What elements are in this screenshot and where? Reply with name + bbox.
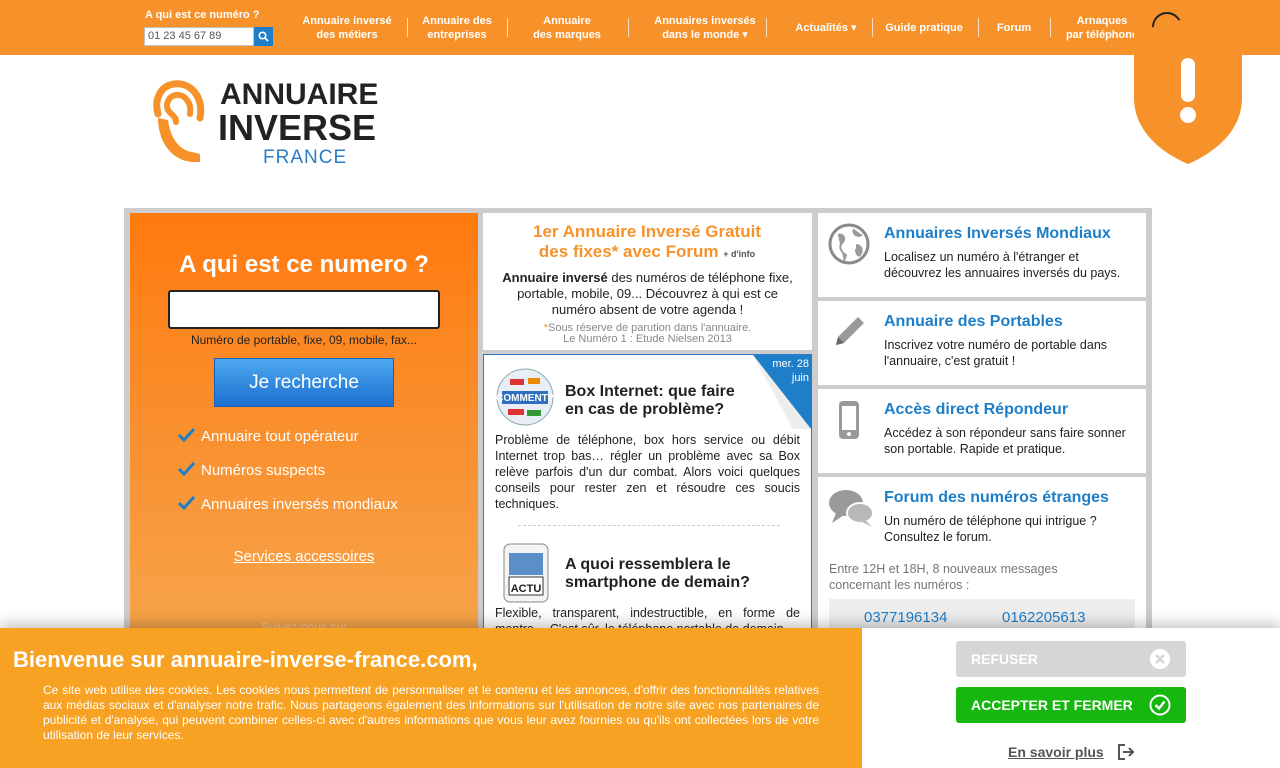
chat-bubbles-icon xyxy=(829,490,874,527)
accept-cookies-button[interactable]: ACCEPTER ET FERMER xyxy=(956,687,1186,723)
card-title: Annuaire des Portables xyxy=(884,313,1063,330)
globe-icon xyxy=(828,223,870,265)
card-annuaires-mondiaux[interactable]: Annuaires Inversés Mondiaux Localisez un… xyxy=(818,213,1146,297)
card-title: Forum des numéros étranges xyxy=(884,489,1109,506)
news-date: mer. 28 juin xyxy=(772,358,809,384)
nav-annuaire-marques[interactable]: Annuaire des marques xyxy=(522,14,612,42)
actu-label: ACTU xyxy=(510,583,542,595)
quick-search-button[interactable] xyxy=(254,27,273,46)
quick-search-label: A qui est ce numéro ? xyxy=(145,9,260,21)
external-exit-icon[interactable] xyxy=(1116,742,1136,762)
nav-separator xyxy=(872,18,873,37)
news-title[interactable]: A quoi ressemblera le smartphone de demai… xyxy=(565,556,750,592)
nav-separator xyxy=(1050,18,1051,37)
nav-separator xyxy=(507,18,508,37)
refuse-cookies-button[interactable]: REFUSER xyxy=(956,641,1186,677)
logo-text-france: FRANCE xyxy=(263,147,348,168)
card-text: Localisez un numéro à l'étranger et déco… xyxy=(884,250,1121,280)
feature-item: Annuaires inversés mondiaux xyxy=(178,496,398,513)
cookie-consent-banner: Bienvenue sur annuaire-inverse-france.co… xyxy=(0,628,1280,768)
card-text: Accédez à son répondeur sans faire sonne… xyxy=(884,426,1126,456)
nav-actualites[interactable]: Actualités ▾ xyxy=(784,21,868,35)
cookie-text: Ce site web utilise des cookies. Les coo… xyxy=(43,683,819,742)
feature-item: Annuaire tout opérateur xyxy=(178,428,359,445)
promo-title: 1er Annuaire Inversé Gratuit des fixes* … xyxy=(532,222,761,261)
news-panel: mer. 28 juin COMMENT? Box Internet: que f… xyxy=(483,354,812,638)
check-circle-icon xyxy=(1149,694,1171,716)
top-navigation-bar: A qui est ce numéro ? 01 23 45 67 89 Ann… xyxy=(0,0,1280,55)
nav-separator xyxy=(766,18,767,37)
card-title: Accès direct Répondeur xyxy=(884,401,1069,418)
news-divider xyxy=(518,525,780,526)
card-text: Un numéro de téléphone qui intrigue ? Co… xyxy=(884,514,1097,544)
main-search-panel: A qui est ce numero ? Numéro de portable… xyxy=(130,213,478,638)
nav-annuaire-entreprises[interactable]: Annuaire des entreprises xyxy=(412,14,502,42)
card-text: Inscrivez votre numéro de portable dans … xyxy=(884,338,1108,368)
logo-text-inverse: INVERSE xyxy=(218,107,377,148)
check-icon xyxy=(178,462,195,476)
card-annuaire-portables[interactable]: Annuaire des Portables Inscrivez votre n… xyxy=(818,301,1146,385)
promo-box: 1er Annuaire Inversé Gratuit des fixes* … xyxy=(483,213,812,350)
mobile-phone-icon xyxy=(839,401,859,439)
feature-item: Numéros suspects xyxy=(178,462,325,479)
promo-text: Annuaire inversé des numéros de téléphon… xyxy=(502,270,793,317)
nav-separator xyxy=(628,18,629,37)
check-icon xyxy=(178,428,195,442)
card-title: Annuaires Inversés Mondiaux xyxy=(884,225,1111,242)
more-info-link[interactable]: + d'info xyxy=(723,249,755,259)
nav-separator xyxy=(978,18,979,37)
site-logo[interactable]: ANNUAIRE INVERSE FRANCE xyxy=(152,78,412,173)
cookie-message-area: Bienvenue sur annuaire-inverse-france.co… xyxy=(0,628,862,768)
check-icon xyxy=(178,496,195,510)
comment-question-ball-thumbnail[interactable]: COMMENT? xyxy=(496,367,554,427)
nav-guide-pratique[interactable]: Guide pratique xyxy=(878,21,970,35)
promo-footnote: *Sous réserve de parution dans l'annuair… xyxy=(543,322,752,345)
card-acces-repondeur[interactable]: Accès direct Répondeur Accédez à son rép… xyxy=(818,389,1146,473)
forum-number-link[interactable]: 0162205613 xyxy=(1002,609,1085,626)
learn-more-link[interactable]: En savoir plus xyxy=(1008,744,1104,760)
svg-text:COMMENT?: COMMENT? xyxy=(496,393,554,404)
cookie-title: Bienvenue sur annuaire-inverse-france.co… xyxy=(13,647,478,672)
card-forum-numeros[interactable]: Forum des numéros étranges Un numéro de … xyxy=(818,477,1146,639)
news-title[interactable]: Box Internet: que faire en cas de problèm… xyxy=(565,383,735,419)
quick-search-input[interactable]: 01 23 45 67 89 xyxy=(144,27,254,46)
services-accessoires-link[interactable]: Services accessoires xyxy=(130,548,478,565)
search-panel-title: A qui est ce numero ? xyxy=(179,251,429,278)
search-icon xyxy=(258,31,269,42)
news-excerpt: Problème de téléphone, box hors service … xyxy=(495,433,800,511)
pencil-icon xyxy=(836,317,864,345)
forum-recent-activity: Entre 12H et 18H, 8 nouveaux messages co… xyxy=(829,562,1058,592)
search-submit-button[interactable]: Je recherche xyxy=(214,358,394,407)
close-circle-icon xyxy=(1150,649,1170,669)
nav-annuaire-metiers[interactable]: Annuaire inversé des métiers xyxy=(296,14,398,42)
nav-forum[interactable]: Forum xyxy=(986,21,1042,35)
nav-annuaires-monde[interactable]: Annuaires inversés dans le monde ▾ xyxy=(640,14,770,42)
phone-number-input[interactable] xyxy=(168,290,440,329)
ear-phone-logo-icon xyxy=(153,80,205,162)
forum-number-link[interactable]: 0377196134 xyxy=(864,609,947,626)
security-alert-shield-icon[interactable] xyxy=(1126,18,1250,166)
search-hint: Numéro de portable, fixe, 09, mobile, fa… xyxy=(190,333,418,347)
nav-separator xyxy=(407,18,408,37)
